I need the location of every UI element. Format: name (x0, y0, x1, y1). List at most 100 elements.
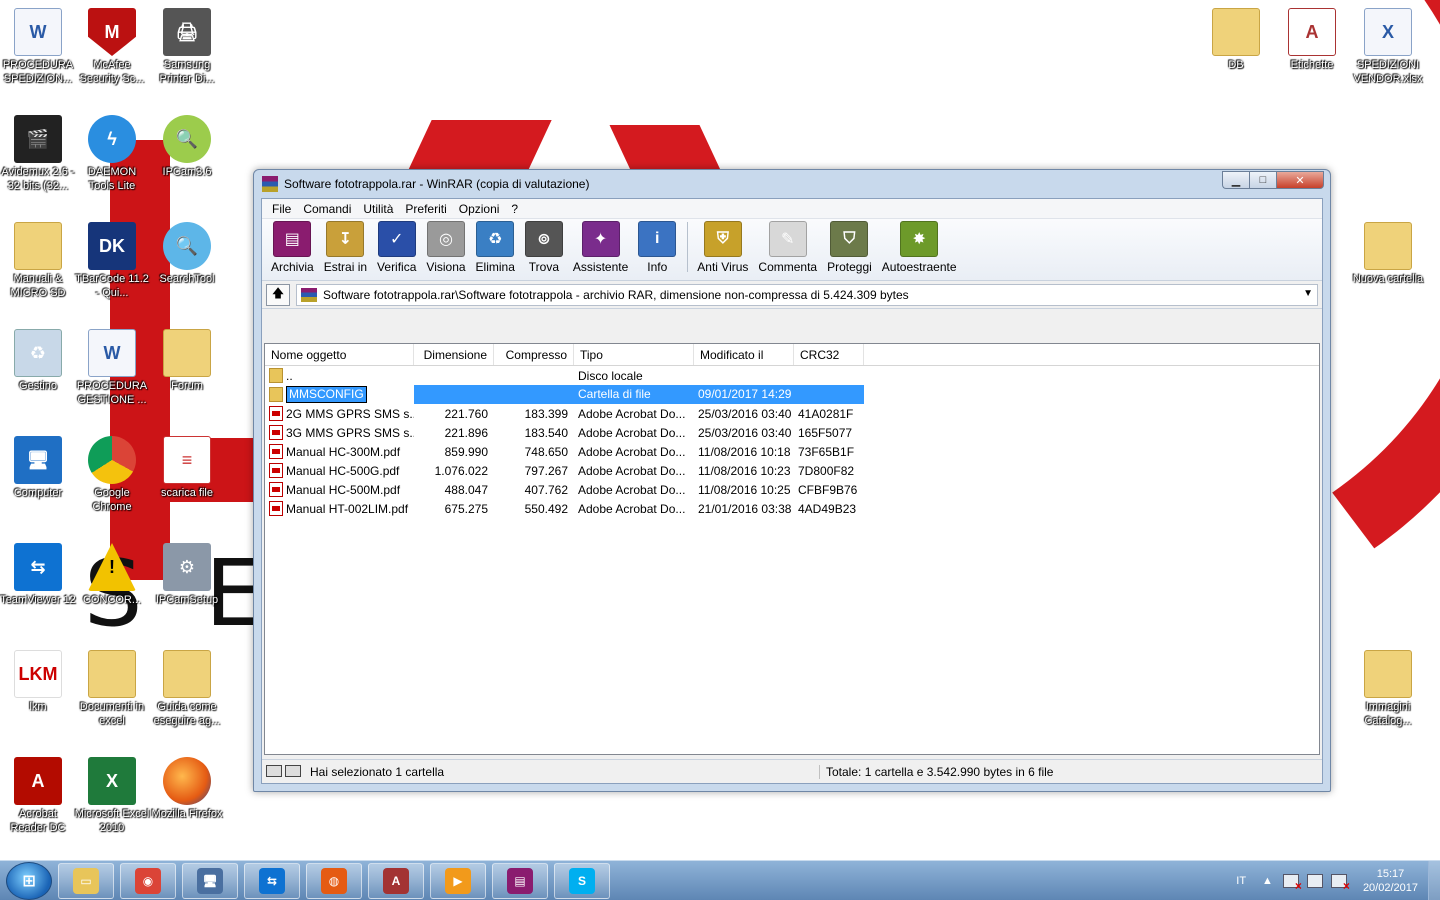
desktop-icon[interactable]: LKM lkm (0, 650, 76, 714)
desktop-icon[interactable]: DK TBarCode 11.2 - Qui... (74, 222, 150, 300)
column-header-modified[interactable]: Modificato il (694, 344, 794, 365)
column-header-type[interactable]: Tipo (574, 344, 694, 365)
taskbar-button[interactable]: ◉ (120, 862, 176, 899)
desktop-icon[interactable]: Google Chrome (74, 436, 150, 514)
close-button[interactable]: ✕ (1276, 171, 1324, 189)
taskbar-button[interactable]: ◍ (306, 862, 362, 899)
desktop-icon[interactable]: A Acrobat Reader DC (0, 757, 76, 835)
desktop-icon[interactable]: ♻ Gestino (0, 329, 76, 393)
file-row[interactable]: MMSCONFIG Cartella di file 09/01/2017 14:2… (265, 385, 1319, 404)
file-row[interactable]: Manual HC-300M.pdf 859.990 748.650 Adobe Ac… (265, 442, 1319, 461)
file-row[interactable]: Manual HT-002LIM.pdf 675.275 550.492 Adobe … (265, 499, 1319, 518)
window-controls: ▁ □ ✕ (1222, 171, 1324, 189)
window-titlebar[interactable]: Software fototrappola.rar - WinRAR (copi… (254, 170, 1330, 198)
desktop-icon[interactable]: ⚙ IPCamSetup (149, 543, 225, 607)
desktop-icon[interactable]: Mozilla Firefox (149, 757, 225, 821)
archive-icon (301, 287, 317, 302)
taskbar-button[interactable]: S (554, 862, 610, 899)
menu-item[interactable]: Preferiti (399, 202, 452, 216)
desktop-icon[interactable]: M McAfee Security Sc... (74, 8, 150, 86)
desktop-icon[interactable]: Manuali & MICRO SD (0, 222, 76, 300)
desktop-icon[interactable]: ϟ DAEMON Tools Lite (74, 115, 150, 193)
column-header-crc[interactable]: CRC32 (794, 344, 864, 365)
toolbar-button-info[interactable]: i Info (633, 221, 681, 274)
toolbar-button-label: Anti Virus (697, 260, 749, 274)
taskbar-button[interactable]: A (368, 862, 424, 899)
language-indicator[interactable]: IT (1236, 875, 1246, 887)
desktop-icon[interactable]: X SPEDIZIONI VENDOR.xlsx (1350, 8, 1426, 86)
file-row[interactable]: .. Disco locale (265, 366, 1319, 385)
show-desktop-button[interactable] (1428, 861, 1440, 900)
taskbar-button[interactable]: ▤ (492, 862, 548, 899)
desktop-icon[interactable]: ! CONCOR... (74, 543, 150, 607)
menu-item[interactable]: File (266, 202, 297, 216)
toolbar-button-assistente[interactable]: ✦ Assistente (568, 221, 633, 274)
volume-muted-icon[interactable] (1330, 874, 1350, 893)
menu-item[interactable]: Utilità (357, 202, 399, 216)
file-size (414, 385, 494, 404)
minimize-button[interactable]: ▁ (1222, 171, 1249, 189)
clock[interactable]: 15:17 20/02/2017 (1363, 867, 1418, 895)
taskbar-button[interactable]: ⇆ (244, 862, 300, 899)
taskbar-button[interactable]: 🖥 (182, 862, 238, 899)
file-row[interactable]: 3G MMS GPRS SMS s... 221.896 183.540 Adobe … (265, 423, 1319, 442)
column-header-size[interactable]: Dimensione (414, 344, 494, 365)
desktop-icon[interactable]: Forum (149, 329, 225, 393)
desktop-icon[interactable]: A Etichette (1274, 8, 1350, 72)
tray-expand-icon[interactable]: ▲ (1262, 875, 1273, 887)
desktop-icon[interactable]: 🖥 Computer (0, 436, 76, 500)
key-icon[interactable] (285, 764, 301, 777)
toolbar-button-autoestraente[interactable]: ✸ Autoestraente (877, 221, 962, 274)
desktop-icon[interactable]: W PROCEDURA GESTIONE ... (74, 329, 150, 407)
desktop-icon[interactable]: Documenti in excel (74, 650, 150, 728)
toolbar-button-verifica[interactable]: ✓ Verifica (372, 221, 421, 274)
desktop-icon[interactable]: ≡ scarica file (149, 436, 225, 500)
file-list[interactable]: Nome oggetto Dimensione Compresso Tipo M… (264, 343, 1320, 755)
chevron-down-icon[interactable]: ▼ (1303, 288, 1313, 299)
desktop-icon[interactable]: W PROCEDURA SPEDIZION... (0, 8, 76, 86)
toolbar-button-elimina[interactable]: ♻ Elimina (471, 221, 520, 274)
menu-item[interactable]: Opzioni (453, 202, 506, 216)
column-header-name[interactable]: Nome oggetto (265, 344, 414, 365)
file-row[interactable]: 2G MMS GPRS SMS s... 221.760 183.399 Adobe … (265, 404, 1319, 423)
desktop-icon[interactable]: DB (1198, 8, 1274, 72)
monitor-icon[interactable] (1306, 874, 1323, 888)
path-dropdown[interactable]: Software fototrappola.rar\Software fotot… (296, 283, 1318, 306)
desktop-icon-label: Mozilla Firefox (151, 808, 223, 820)
desktop-icon[interactable]: ⇆ TeamViewer 12 (0, 543, 76, 607)
taskbar-button[interactable]: ▶ (430, 862, 486, 899)
desktop-icon[interactable]: 🎬 Avidemux 2.6 - 32 bits (32... (0, 115, 76, 193)
desktop-icon[interactable]: 🔍 IPCam3.6 (149, 115, 225, 179)
toolbar-button-trova[interactable]: ⊚ Trova (520, 221, 568, 274)
maximize-button[interactable]: □ (1249, 171, 1276, 189)
drive-icon[interactable] (266, 764, 282, 777)
toolbar-separator (687, 221, 689, 272)
file-row[interactable]: Manual HC-500G.pdf 1.076.022 797.267 Adobe … (265, 461, 1319, 480)
desktop-icon[interactable]: Guida come eseguire ag... (149, 650, 225, 728)
toolbar-button-commenta[interactable]: ✎ Commenta (753, 221, 822, 274)
column-header-packed[interactable]: Compresso (494, 344, 574, 365)
desktop-icon[interactable]: Immagini Catalog... (1350, 650, 1426, 728)
menu-item[interactable]: Comandi (297, 202, 357, 216)
toolbar-button-estrai-in[interactable]: ↧ Estrai in (319, 221, 372, 274)
toolbar-button-archivia[interactable]: ▤ Archivia (266, 221, 319, 274)
desktop-icon[interactable]: X Microsoft Excel 2010 (74, 757, 150, 835)
start-button[interactable]: ⊞ (6, 861, 52, 900)
desktop-icon[interactable]: Nuova cartella (1350, 222, 1426, 286)
network-error-icon[interactable] (1282, 874, 1302, 893)
toolbar-button-proteggi[interactable]: ⛉ Proteggi (822, 221, 877, 274)
rename-field[interactable]: MMSCONFIG (286, 386, 367, 403)
toolbar-button-label: Elimina (475, 260, 515, 274)
desktop-icon[interactable]: 🔍 SearchTool (149, 222, 225, 286)
desktop-icon[interactable]: 🖨 Samsung Printer Di... (149, 8, 225, 86)
magnifier-icon: 🔍 (163, 115, 211, 163)
up-folder-button[interactable]: 🡅 (266, 283, 290, 306)
toolbar-button-visiona[interactable]: ◎ Visiona (421, 221, 470, 274)
taskbar-button[interactable]: ▭ (58, 862, 114, 899)
toolbar-button-anti-virus[interactable]: ⛨ Anti Virus (692, 221, 753, 274)
word-doc-icon: W (88, 329, 136, 377)
file-name: Manual HC-500G.pdf (286, 463, 400, 478)
file-row[interactable]: Manual HC-500M.pdf 488.047 407.762 Adobe Ac… (265, 480, 1319, 499)
menu-item[interactable]: ? (505, 202, 524, 216)
search-camera-icon: 🔍 (163, 222, 211, 270)
